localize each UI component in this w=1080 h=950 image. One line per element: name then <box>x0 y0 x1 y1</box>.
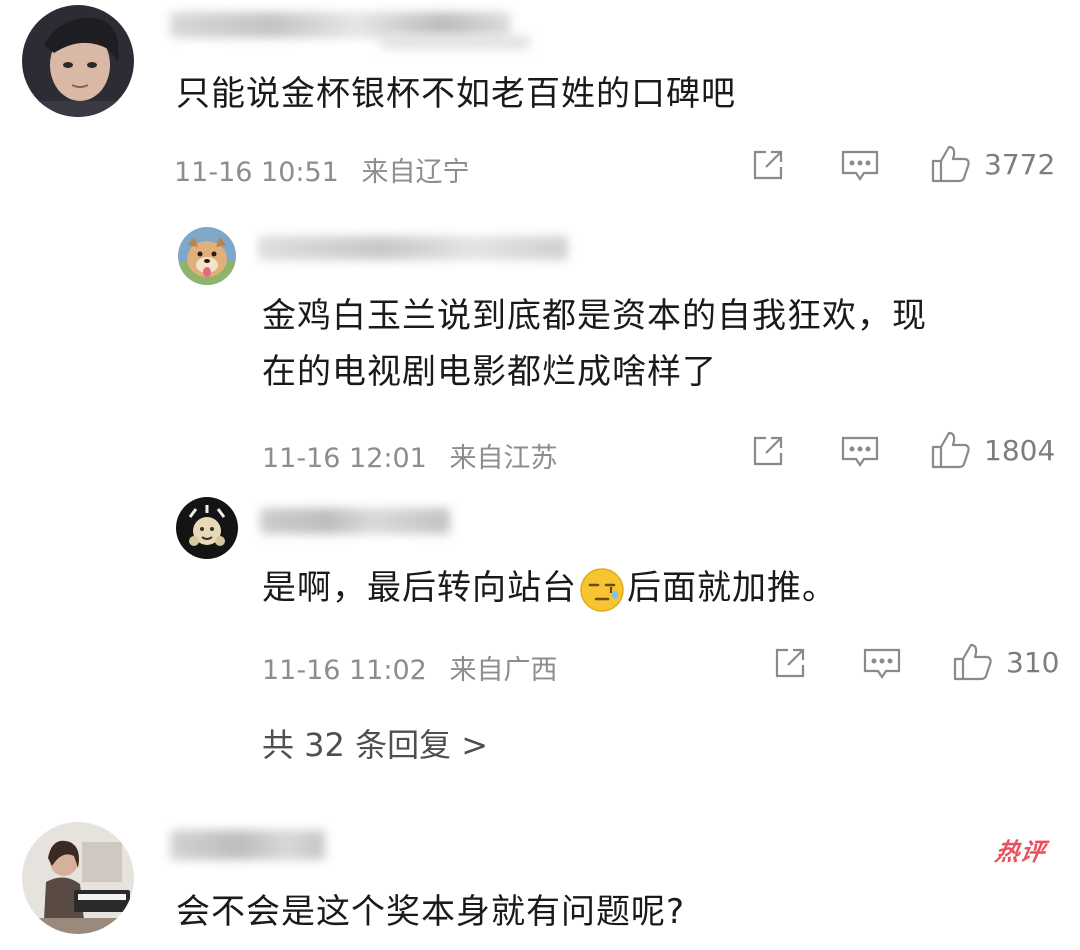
like-count: 310 <box>1006 645 1060 679</box>
comment-date: 11-16 12:01 <box>262 443 427 474</box>
comment-meta: 11-16 12:01 来自江苏 <box>262 436 557 475</box>
comment-text: 是啊，最后转向站台 后面就加推。 <box>262 560 837 616</box>
username-blurred-tail <box>380 35 530 49</box>
comment-meta: 11-16 10:51 来自辽宁 <box>174 150 469 189</box>
like-button[interactable]: 3772 <box>930 144 1055 184</box>
comment-icon <box>841 436 879 467</box>
like-button[interactable]: 310 <box>952 642 1059 682</box>
username-blurred[interactable] <box>170 830 325 860</box>
comment-button[interactable] <box>840 148 880 184</box>
comment-text: 只能说金杯银杯不如老百姓的口碑吧 <box>176 74 736 114</box>
like-count: 1804 <box>984 433 1056 467</box>
comment-meta: 11-16 11:02 来自广西 <box>262 648 557 687</box>
comment-text-part: 后面就加推。 <box>627 568 837 608</box>
comment-icon <box>841 150 879 181</box>
comment-button[interactable] <box>862 646 902 682</box>
avatar[interactable] <box>22 822 134 934</box>
view-all-replies-link[interactable]: 共 32 条回复 > <box>262 720 488 766</box>
share-button[interactable] <box>772 645 808 681</box>
share-icon <box>753 150 783 180</box>
comment-location: 来自辽宁 <box>361 157 470 188</box>
comment-text: 金鸡白玉兰说到底都是资本的自我狂欢，现 在的电视剧电影都烂成啥样了 <box>262 288 927 400</box>
share-icon <box>775 648 805 678</box>
thumbs-up-icon <box>931 145 970 183</box>
like-button[interactable]: 1804 <box>930 430 1055 470</box>
comment-location: 来自江苏 <box>449 443 558 474</box>
comment-text-line: 金鸡白玉兰说到底都是资本的自我狂欢，现 <box>262 296 927 336</box>
share-button[interactable] <box>750 433 786 469</box>
comment-text-part: 是啊，最后转向站台 <box>262 568 577 608</box>
like-count: 3772 <box>984 147 1056 181</box>
comment-icon <box>863 648 901 679</box>
avatar[interactable] <box>176 497 238 559</box>
username-blurred[interactable] <box>260 508 450 534</box>
username-blurred[interactable] <box>258 236 568 260</box>
avatar[interactable] <box>178 227 236 285</box>
hot-comment-badge: 热评 <box>993 838 1049 866</box>
share-button[interactable] <box>750 147 786 183</box>
comment-button[interactable] <box>840 434 880 470</box>
thumbs-up-icon <box>953 643 992 681</box>
avatar[interactable] <box>22 5 134 117</box>
comment-text: 会不会是这个奖本身就有问题呢? <box>176 892 686 932</box>
comment-date: 11-16 10:51 <box>174 157 339 188</box>
comment-date: 11-16 11:02 <box>262 655 427 686</box>
comment-location: 来自广西 <box>449 655 558 686</box>
comment-text-line: 在的电视剧电影都烂成啥样了 <box>262 352 717 392</box>
thumbs-up-icon <box>931 431 970 469</box>
share-icon <box>753 436 783 466</box>
awkward-face-emoji-icon <box>580 567 624 612</box>
